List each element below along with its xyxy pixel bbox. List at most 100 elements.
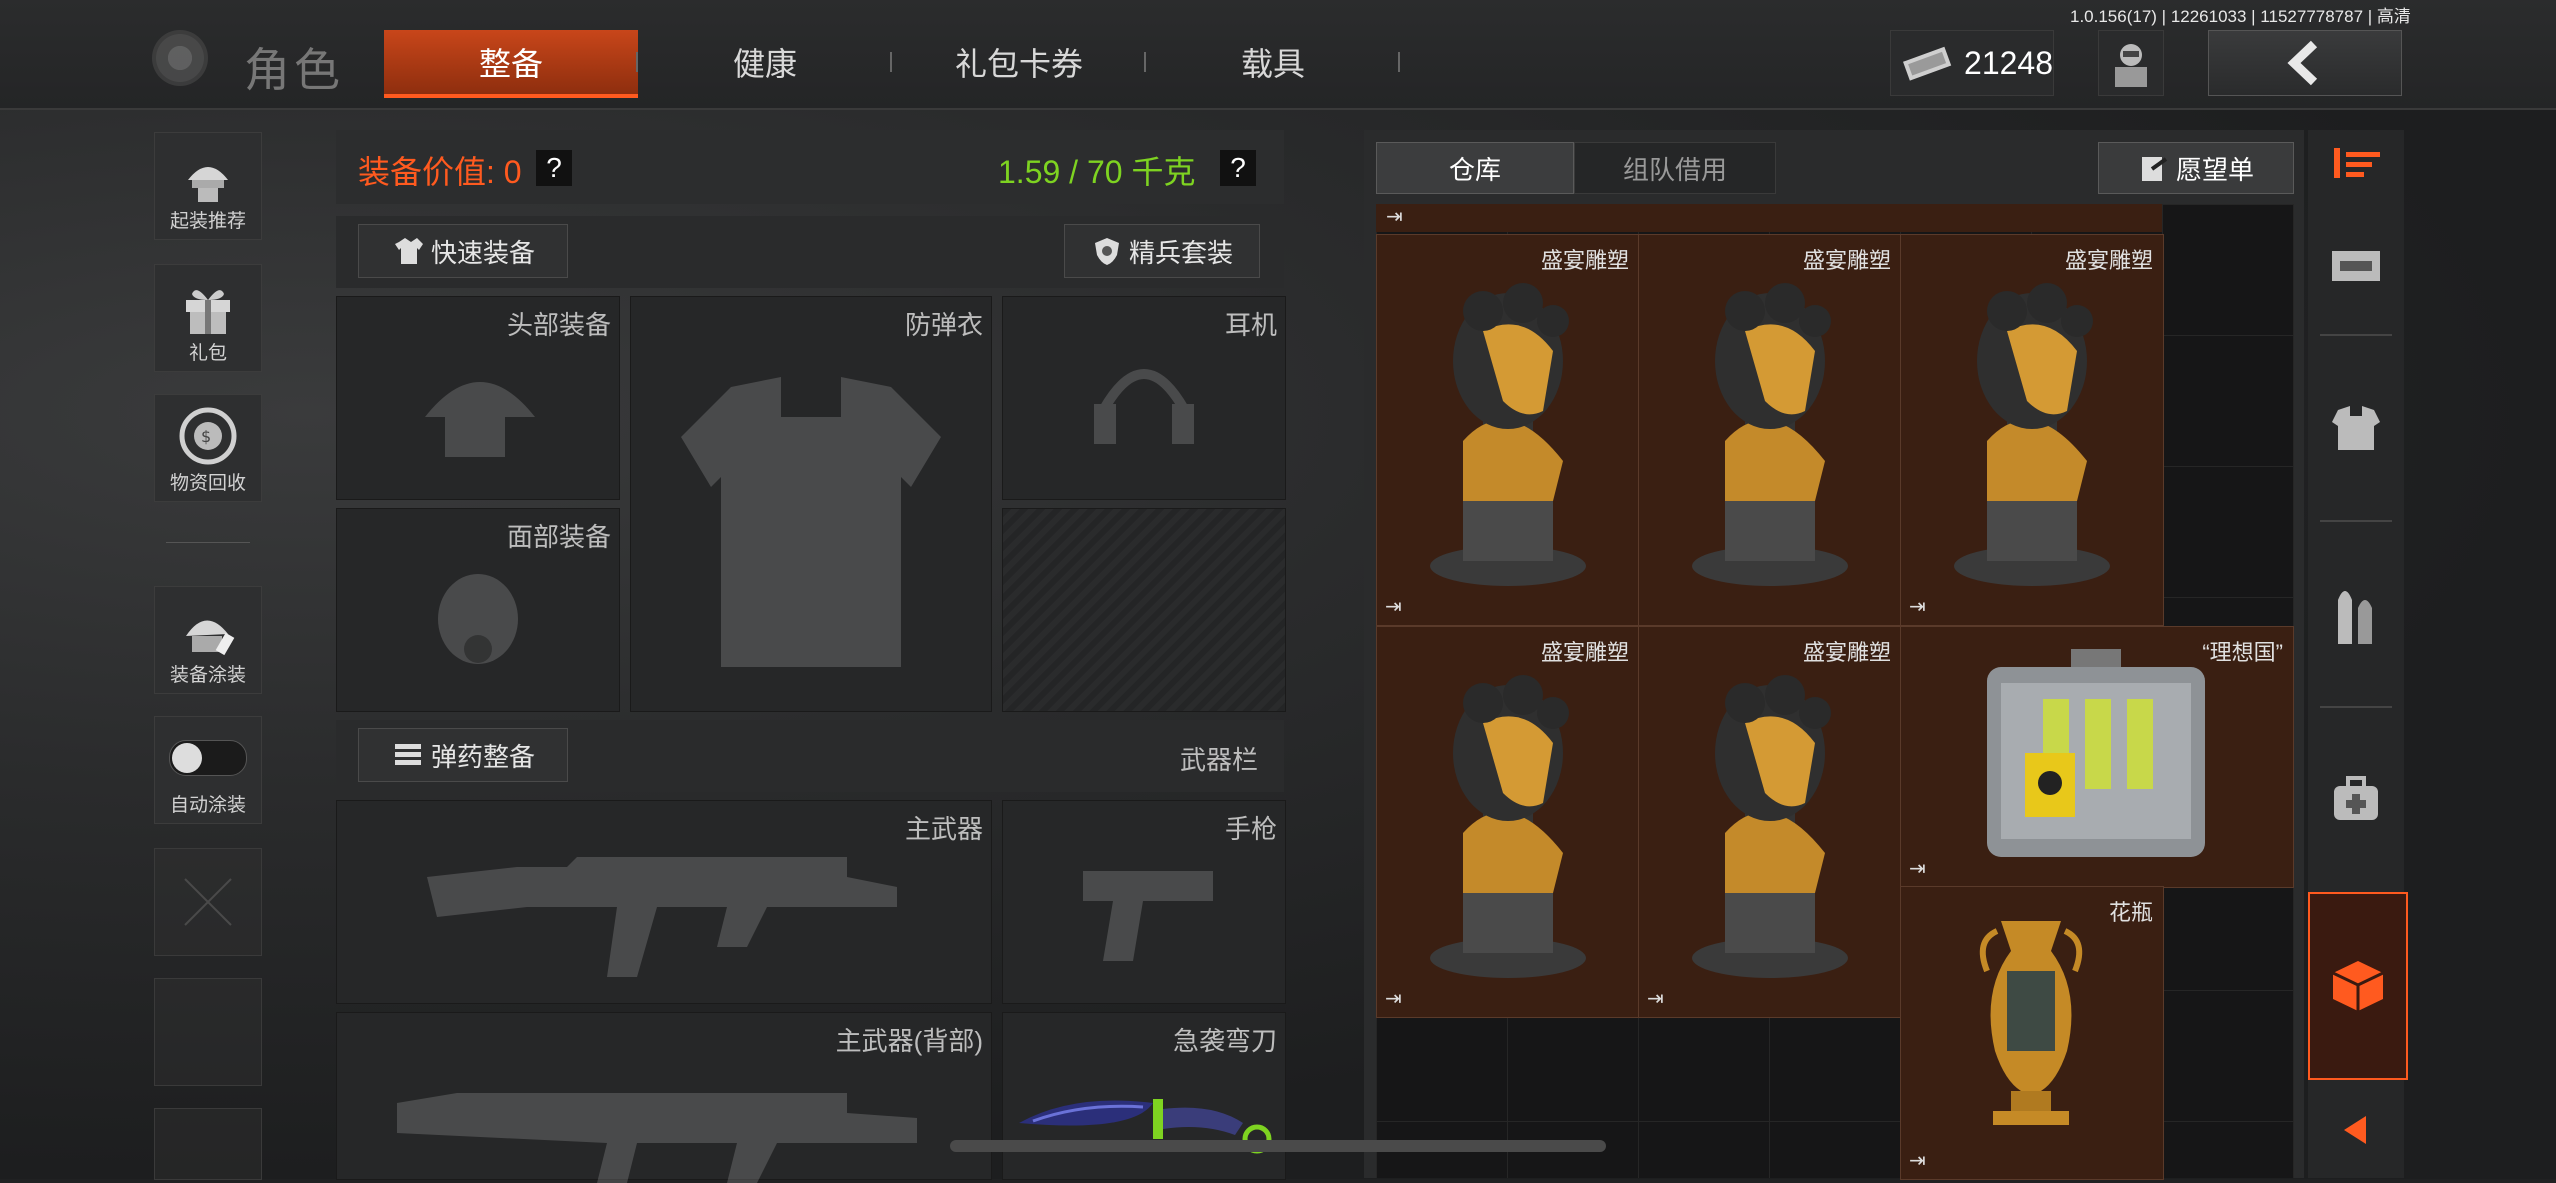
svg-text:$: $ [201,427,211,446]
item-cell-feast-statue[interactable]: 盛宴雕塑 ⇥ [1638,626,1902,1018]
category-tab-ammo[interactable] [2308,522,2404,706]
sidebar-recycle[interactable]: $ 物资回收 [154,394,262,502]
headset-icon [1094,369,1194,444]
sidebar-item-label: 装备涂装 [169,665,246,686]
home-indicator [950,1140,1606,1152]
item-corner-icon: ⇥ [1909,858,1926,880]
sidebar-empty-slot [154,1108,262,1180]
category-tab-armor[interactable] [2308,336,2404,520]
slot-locked [1002,508,1286,712]
slot-label: 主武器(背部) [835,1026,983,1056]
partial-item-row: ⇥ [1376,204,2162,232]
collapse-rail-button[interactable] [2308,1082,2404,1178]
slot-face[interactable]: 面部装备 [336,508,620,712]
elite-set-button[interactable]: 精兵套装 [1064,224,1260,278]
tab-label: 仓库 [1448,154,1501,185]
sidebar-item-label: 起装推荐 [169,211,246,232]
back-button[interactable] [2208,30,2402,96]
tab-warehouse[interactable]: 仓库 [1376,142,1574,194]
sidebar-gift[interactable]: 礼包 [154,264,262,372]
tab-divider [1398,52,1400,72]
ammo-loadout-button[interactable]: 弹药整备 [358,728,568,782]
operator-icon [2115,44,2147,87]
weight-capacity: 1.59 / 70 千克 [998,154,1196,190]
slot-primary-weapon[interactable]: 主武器 [336,800,992,1004]
tab-gift-coupons[interactable]: 礼包卡券 [894,30,1144,94]
ammo-icon [2338,591,2372,644]
weapon-bar-label: 武器栏 [1180,745,1259,775]
statue-bust-icon [1954,283,2110,586]
tab-team-borrow[interactable]: 组队借用 [1574,142,1776,194]
slot-label: 防弹衣 [904,310,983,340]
slot-label: 主武器 [904,814,983,844]
tab-divider [890,52,892,72]
slot-label: 耳机 [1224,310,1277,340]
special-box-icon [2332,961,2384,1011]
tab-vehicle[interactable]: 载具 [1148,30,1398,94]
category-tab-tickets[interactable] [2308,200,2404,330]
sidebar-item-label: 物资回收 [169,473,246,494]
statue-bust-icon [1692,283,1848,586]
category-tab-special[interactable] [2308,892,2408,1080]
slot-melee[interactable]: 急袭弯刀 [1002,1012,1286,1180]
sidebar-item-label: 礼包 [188,343,227,364]
wishlist-button[interactable]: 愿望单 [2098,142,2294,194]
item-cell-feast-statue[interactable]: 盛宴雕塑 ⇥ [1376,626,1640,1018]
sidebar-empty-slot [154,848,262,956]
gas-mask-icon [438,574,518,664]
auto-skin-toggle[interactable] [169,740,247,776]
tab-health[interactable]: 健康 [640,30,890,94]
soldier-helmet-icon [188,167,228,202]
slot-label: 面部装备 [506,522,611,552]
item-cell-feast-statue[interactable]: 盛宴雕塑 ⇥ [1900,234,2164,626]
sidebar-auto-skin[interactable]: 自动涂装 [154,716,262,824]
tab-label: 组队借用 [1622,154,1727,185]
tab-label: 整备 [478,46,543,82]
tab-label: 健康 [732,46,797,82]
operator-avatar-button[interactable] [2098,30,2164,96]
slot-headset[interactable]: 耳机 [1002,296,1286,500]
sidebar-equipment-skin[interactable]: 装备涂装 [154,586,262,694]
wishlist-label: 愿望单 [2175,154,2254,185]
currency-amount: 21248 [1964,44,2053,81]
tab-equip[interactable]: 整备 [384,30,638,98]
currency-display[interactable]: 21248 [1890,30,2054,96]
all-items-tab[interactable] [2326,144,2386,189]
tab-divider [636,52,638,72]
helmet-icon [425,382,535,457]
ammo-loadout-label: 弹药整备 [430,741,535,772]
quick-equip-label: 快速装备 [430,237,535,268]
item-cell-vase[interactable]: 花瓶 ⇥ [1900,886,2164,1180]
collapse-arrow-icon [2344,1116,2366,1144]
elite-set-label: 精兵套装 [1128,237,1233,268]
paint-helmet-icon [186,620,235,656]
help-icon[interactable]: ? [536,150,572,186]
item-corner-icon: ⇥ [1909,1150,1926,1172]
medkit-icon [2334,776,2378,820]
statue-bust-icon [1430,675,1586,978]
item-cell-feast-statue[interactable]: 盛宴雕塑 ⇥ [1376,234,1640,626]
sidebar-divider [166,542,250,543]
sidebar-recommended-loadout[interactable]: 起装推荐 [154,132,262,240]
toggle-knob [172,743,202,773]
help-icon[interactable]: ? [1220,150,1256,186]
page-title: 角色 [244,44,344,96]
item-corner-icon: ⇥ [1647,988,1664,1010]
rifle-back-icon [397,1093,917,1183]
slot-head[interactable]: 头部装备 [336,296,620,500]
tab-label: 载具 [1240,46,1305,82]
item-name: 花瓶 [2108,900,2153,925]
all-items-icon [2334,148,2380,178]
recycle-icon: $ [179,407,237,465]
slot-label: 手枪 [1224,814,1277,844]
quick-equip-button[interactable]: 快速装备 [358,224,568,278]
ticket-icon [2332,251,2380,281]
item-cell-republic-case[interactable]: “理想国” ⇥ [1900,626,2294,888]
slot-pistol[interactable]: 手枪 [1002,800,1286,1004]
slot-armor[interactable]: 防弹衣 [630,296,992,712]
item-cell-feast-statue[interactable]: 盛宴雕塑 [1638,234,1902,626]
sidebar-item-label: 自动涂装 [169,795,246,816]
category-tab-medical[interactable] [2308,708,2404,892]
biohazard-case-icon [1987,649,2205,857]
slot-primary-weapon-back[interactable]: 主武器(背部) [336,1012,992,1183]
